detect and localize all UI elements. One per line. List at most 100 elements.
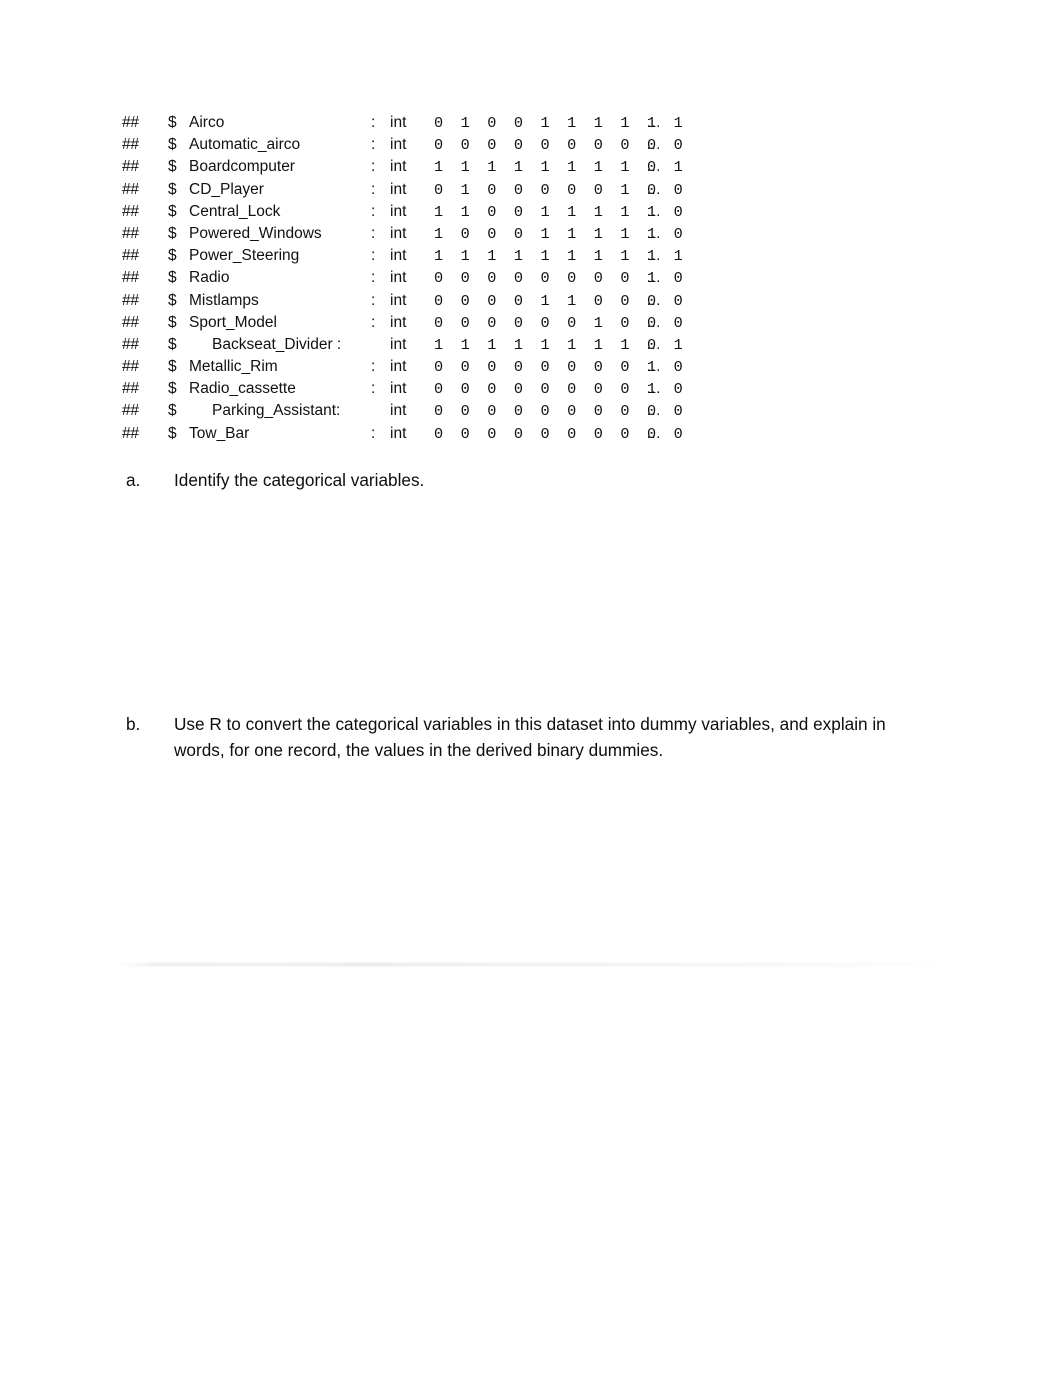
field-colon: : [371,114,376,131]
question-b-marker: b. [126,714,141,734]
question-a-text: Identify the categorical variables. [174,470,425,490]
code-line: ## $ Boardcomputer: int 1 1 1 1 1 1 1 1 0 1… [122,156,722,178]
variable-name: Radio [189,269,230,287]
dollar-sigil: $ [168,114,177,131]
code-line: ## $ Radio: int 0 0 0 0 0 0 0 0 1 0… [122,267,722,289]
dollar-sigil: $ [168,291,177,309]
variable-name: Backseat_Divider : [212,335,342,353]
page-divider [120,963,944,966]
field-colon: : [371,291,376,309]
code-line: ## $ Parking_Assistant: int 0 0 0 0 0 0 0 0 … [122,400,722,422]
code-line: ## $ CD_Player: int 0 1 0 0 0 0 0 1 0 0… [122,179,722,201]
dollar-sigil: $ [168,202,177,220]
values-truncation-ellipsis: … [646,380,661,398]
variable-type: int [390,158,407,176]
comment-prefix: ## [122,224,139,242]
comment-prefix: ## [122,335,139,353]
values-truncation-ellipsis: … [646,224,661,242]
values-truncation-ellipsis: … [646,202,661,220]
values-truncation-ellipsis: … [646,180,661,198]
field-colon: : [371,158,376,176]
comment-prefix: ## [122,424,139,442]
variable-type: int [390,136,407,154]
variable-type: int [390,358,407,376]
r-console-output-block: ## $ Airco: int 0 1 0 0 1 1 1 1 1 1… ## $ Autom… [122,112,722,445]
variable-name: Tow_Bar [189,424,250,442]
code-line: ## $ Backseat_Divider : int 1 1 1 1 1 1 1 1 … [122,334,722,356]
variable-type: int [390,269,407,287]
dollar-sigil: $ [168,136,177,154]
code-line: ## $ Automatic_airco: int 0 0 0 0 0 0 0 0 0 … [122,134,722,156]
field-colon: : [371,136,376,154]
dollar-sigil: $ [168,224,177,242]
code-line: ## $ Radio_cassette: int 0 0 0 0 0 0 0 0 1 0… [122,378,722,400]
values-truncation-ellipsis: … [646,358,661,376]
values-truncation-ellipsis: … [646,114,661,131]
field-colon: : [371,269,376,287]
values-truncation-ellipsis: … [646,136,661,154]
variable-name: Sport_Model [189,313,277,331]
variable-name: Automatic_airco [189,136,301,154]
variable-name: Power_Steering [189,247,300,265]
values-truncation-ellipsis: … [646,424,661,442]
dollar-sigil: $ [168,158,177,176]
code-line: ## $ Central_Lock: int 1 1 0 0 1 1 1 1 1 0… [122,201,722,223]
comment-prefix: ## [122,114,139,131]
variable-name: Central_Lock [189,202,281,220]
variable-type: int [390,224,407,242]
variable-name: Boardcomputer [189,158,295,176]
variable-type: int [390,291,407,309]
variable-name: Airco [189,114,225,131]
code-line: ## $ Mistlamps: int 0 0 0 0 1 1 0 0 0 0… [122,290,722,312]
field-colon: : [371,224,376,242]
variable-type: int [390,335,407,353]
code-line: ## $ Airco: int 0 1 0 0 1 1 1 1 1 1… [122,112,722,134]
values-truncation-ellipsis: … [646,269,661,287]
variable-name: Parking_Assistant: [212,402,341,420]
dollar-sigil: $ [168,247,177,265]
question-b-text: Use R to convert the categorical variabl… [174,714,886,760]
variable-name: Radio_cassette [189,380,296,398]
dollar-sigil: $ [168,313,177,331]
question-a-marker: a. [126,470,141,490]
field-colon: : [371,313,376,331]
variable-type: int [390,380,407,398]
comment-prefix: ## [122,202,139,220]
code-line: ## $ Metallic_Rim: int 0 0 0 0 0 0 0 0 1 0… [122,356,722,378]
variable-name: Metallic_Rim [189,358,278,376]
dollar-sigil: $ [168,402,177,420]
code-line: ## $ Power_Steering: int 1 1 1 1 1 1 1 1 1 1… [122,245,722,267]
field-colon: : [371,358,376,376]
dollar-sigil: $ [168,358,177,376]
variable-name: Powered_Windows [189,224,322,242]
field-colon: : [371,202,376,220]
values-truncation-ellipsis: … [646,313,661,331]
values-truncation-ellipsis: … [646,402,661,420]
variable-type: int [390,424,407,442]
variable-type: int [390,180,407,198]
field-colon: : [371,380,376,398]
variable-type: int [390,402,407,420]
values-truncation-ellipsis: … [646,291,661,309]
variable-type: int [390,114,407,131]
variable-name: Mistlamps [189,291,259,309]
comment-prefix: ## [122,158,139,176]
values-truncation-ellipsis: … [646,247,661,265]
comment-prefix: ## [122,136,139,154]
dollar-sigil: $ [168,424,177,442]
values-truncation-ellipsis: … [646,335,661,353]
comment-prefix: ## [122,380,139,398]
variable-type: int [390,202,407,220]
comment-prefix: ## [122,247,139,265]
comment-prefix: ## [122,313,139,331]
field-colon: : [371,247,376,265]
code-line: ## $ Powered_Windows: int 1 0 0 0 1 1 1 1 1 … [122,223,722,245]
variable-type: int [390,313,407,331]
variable-type: int [390,247,407,265]
dollar-sigil: $ [168,180,177,198]
comment-prefix: ## [122,269,139,287]
field-colon: : [371,180,376,198]
code-line: ## $ Tow_Bar: int 0 0 0 0 0 0 0 0 0 0… [122,423,722,445]
values-truncation-ellipsis: … [646,158,661,176]
dollar-sigil: $ [168,380,177,398]
